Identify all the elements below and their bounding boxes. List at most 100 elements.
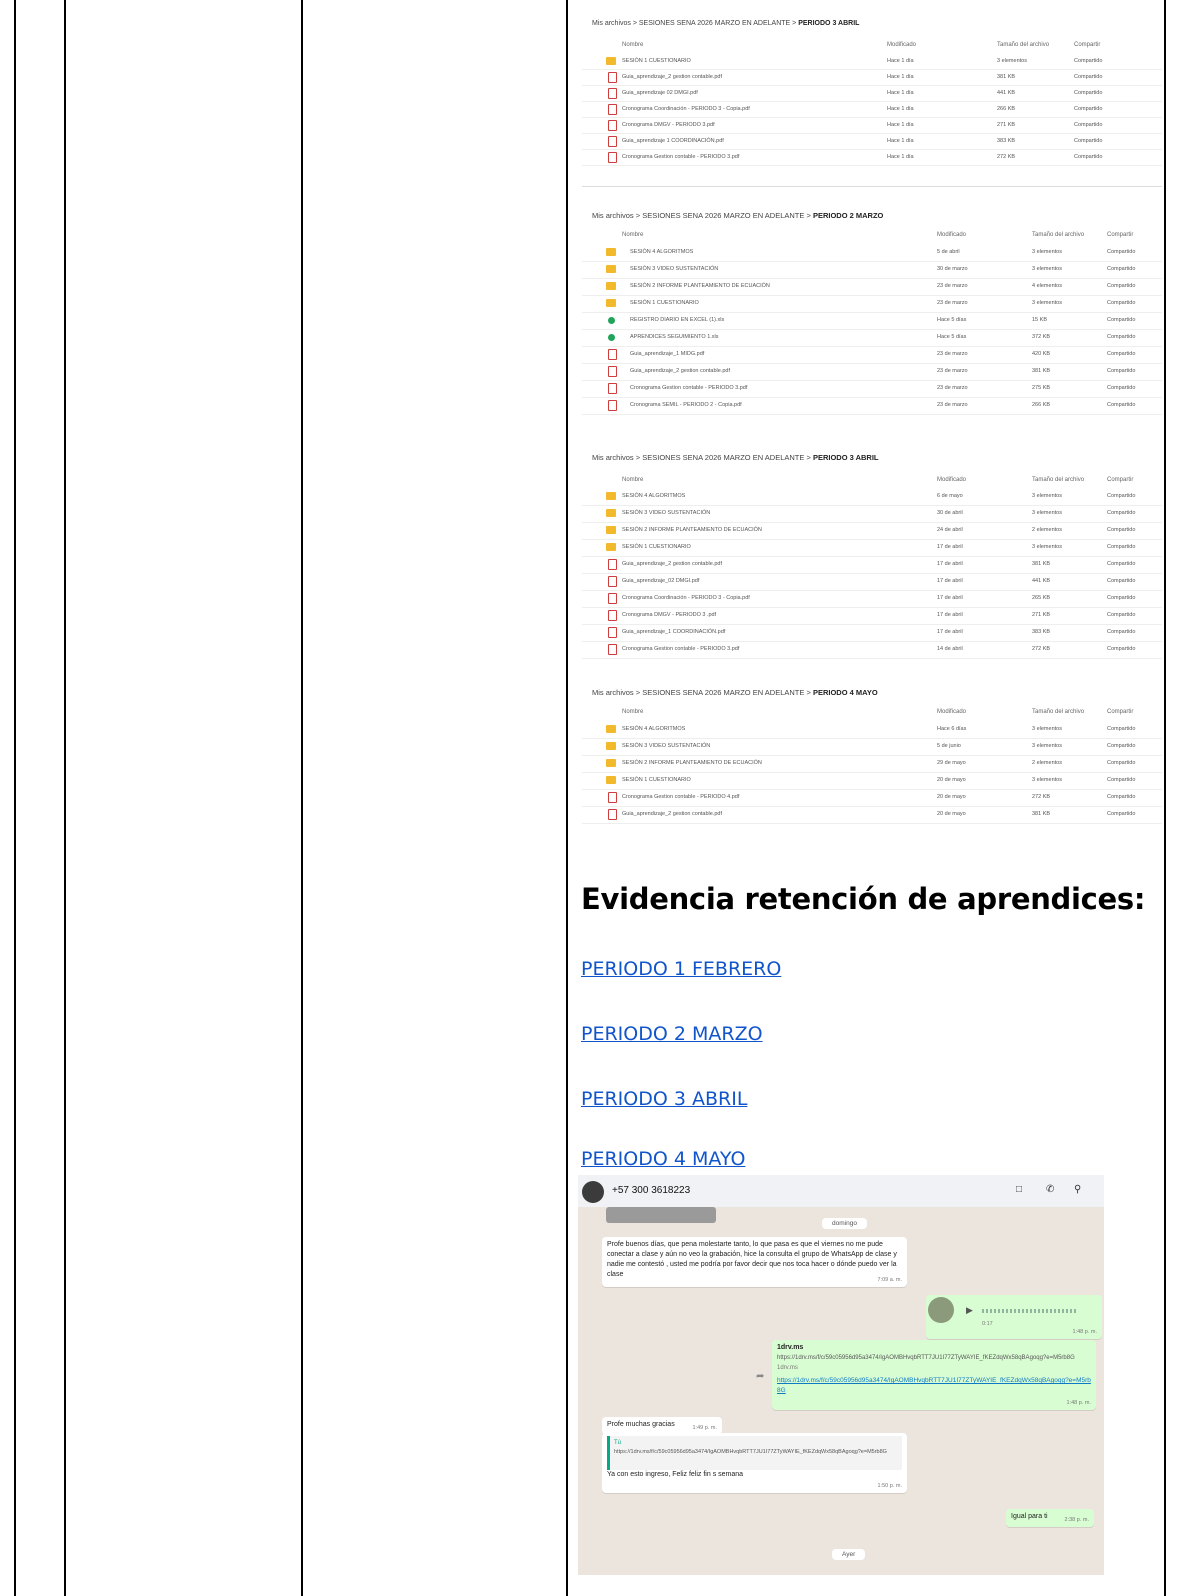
header-modified[interactable]: Modificado [937, 232, 966, 238]
file-name[interactable]: Guia_aprendizaje 02 DMGI.pdf [622, 90, 698, 96]
breadcrumb-folder[interactable]: SESIONES SENA 2026 MARZO EN ADELANTE [642, 688, 804, 697]
file-name[interactable]: APRENDICES SEGUIMIENTO 1.xls [630, 334, 719, 340]
file-row[interactable]: SESIÓN 3 VIDEO SUSTENTACIÓN 5 de junio 3 e… [582, 739, 1162, 756]
file-name[interactable]: SESIÓN 3 VIDEO SUSTENTACIÓN [622, 743, 710, 749]
file-row[interactable]: SESIÓN 4 ALGORITMOS 6 de mayo 3 elementos C… [582, 489, 1162, 506]
file-name[interactable]: Guia_aprendizaje_2 gestion contable.pdf [622, 74, 722, 80]
file-row[interactable]: SESIÓN 1 CUESTIONARIO 20 de mayo 3 element… [582, 773, 1162, 790]
header-share[interactable]: Compartir [1107, 232, 1133, 238]
file-name[interactable]: SESIÓN 2 INFORME PLANTEAMIENTO DE ECUACI… [630, 283, 770, 289]
file-name[interactable]: Guia_aprendizaje_1 COORDINACIÓN.pdf [622, 629, 725, 635]
file-row[interactable]: SESIÓN 4 ALGORITMOS 5 de abril 3 elementos… [582, 245, 1162, 262]
file-row[interactable]: SESIÓN 1 CUESTIONARIO 17 de abril 3 elemen… [582, 540, 1162, 557]
file-name[interactable]: Guia_aprendizaje_1 MIDG.pdf [630, 351, 704, 357]
link-url[interactable]: https://1drv.ms/f/c/59c05956d95a3474/IgA… [777, 1376, 1091, 1396]
file-name[interactable]: Cronograma Gestion contable - PERIODO 3.… [630, 385, 747, 391]
file-row[interactable]: Cronograma Gestion contable - PERIODO 4.… [582, 790, 1162, 807]
header-share[interactable]: Compartir [1074, 42, 1100, 48]
file-row[interactable]: SESIÓN 2 INFORME PLANTEAMIENTO DE ECUACI… [582, 523, 1162, 540]
breadcrumb-root[interactable]: Mis archivos [592, 453, 634, 462]
file-row[interactable]: SESIÓN 4 ALGORITMOS Hace 6 días 3 elemento… [582, 722, 1162, 739]
file-name[interactable]: SESIÓN 1 CUESTIONARIO [622, 544, 691, 550]
file-name[interactable]: SESIÓN 1 CUESTIONARIO [622, 777, 691, 783]
file-row[interactable]: Cronograma Coordinación - PERIODO 3 - Co… [582, 102, 1162, 118]
contact-name[interactable]: +57 300 3618223 [612, 1185, 690, 1196]
avatar[interactable] [582, 1181, 604, 1203]
header-modified[interactable]: Modificado [937, 477, 966, 483]
file-row[interactable]: Guia_aprendizaje_2 gestion contable.pdf 1… [582, 557, 1162, 574]
header-name[interactable]: Nombre [622, 709, 643, 715]
file-name[interactable]: SESIÓN 1 CUESTIONARIO [622, 58, 691, 64]
forward-icon[interactable]: ➦ [756, 1371, 764, 1382]
file-row[interactable]: SESIÓN 3 VIDEO SUSTENTACIÓN 30 de abril 3 … [582, 506, 1162, 523]
header-modified[interactable]: Modificado [887, 42, 916, 48]
file-name[interactable]: SESIÓN 4 ALGORITMOS [622, 493, 685, 499]
file-name[interactable]: SESIÓN 3 VIDEO SUSTENTACIÓN [630, 266, 718, 272]
breadcrumb-folder[interactable]: SESIONES SENA 2026 MARZO EN ADELANTE [642, 453, 804, 462]
header-share[interactable]: Compartir [1107, 709, 1133, 715]
file-name[interactable]: SESIÓN 3 VIDEO SUSTENTACIÓN [622, 510, 710, 516]
file-name[interactable]: Cronograma SEMIL - PERIODO 2 - Copia.pdf [630, 402, 742, 408]
breadcrumb-folder[interactable]: SESIONES SENA 2026 MARZO EN ADELANTE [642, 211, 804, 220]
file-name[interactable]: Cronograma Coordinación - PERIODO 3 - Co… [622, 106, 750, 112]
header-share[interactable]: Compartir [1107, 477, 1133, 483]
header-name[interactable]: Nombre [622, 477, 643, 483]
file-row[interactable]: APRENDICES SEGUIMIENTO 1.xls Hace 5 días 3… [582, 330, 1162, 347]
audio-waveform[interactable] [982, 1309, 1078, 1313]
file-name[interactable]: SESIÓN 4 ALGORITMOS [622, 726, 685, 732]
file-row[interactable]: Guia_aprendizaje_2 gestion contable.pdf 2… [582, 364, 1162, 381]
file-row[interactable]: Guia_aprendizaje 1 COORDINACIÓN.pdf Hace … [582, 134, 1162, 150]
breadcrumb-root[interactable]: Mis archivos [592, 211, 634, 220]
file-row[interactable]: Guia_aprendizaje 02 DMGI.pdf Hace 1 día 44… [582, 86, 1162, 102]
file-row[interactable]: SESIÓN 3 VIDEO SUSTENTACIÓN 30 de marzo 3 … [582, 262, 1162, 279]
file-name[interactable]: Guia_aprendizaje_2 gestion contable.pdf [622, 811, 722, 817]
file-name[interactable]: SESIÓN 2 INFORME PLANTEAMIENTO DE ECUACI… [622, 527, 762, 533]
file-name[interactable]: Guia_aprendizaje_2 gestion contable.pdf [630, 368, 730, 374]
file-row[interactable]: SESIÓN 1 CUESTIONARIO 23 de marzo 3 elemen… [582, 296, 1162, 313]
file-row[interactable]: Guia_aprendizaje_1 MIDG.pdf 23 de marzo 42… [582, 347, 1162, 364]
link-periodo-3[interactable]: PERIODO 3 ABRIL [581, 1088, 747, 1110]
header-size[interactable]: Tamaño del archivo [1032, 709, 1084, 715]
file-row[interactable]: Cronograma SEMIL - PERIODO 2 - Copia.pdf… [582, 398, 1162, 415]
file-row[interactable]: Cronograma Gestion contable - PERIODO 3.… [582, 642, 1162, 659]
header-size[interactable]: Tamaño del archivo [997, 42, 1049, 48]
link-periodo-1[interactable]: PERIODO 1 FEBRERO [581, 958, 781, 980]
header-size[interactable]: Tamaño del archivo [1032, 477, 1084, 483]
file-row[interactable]: Guia_aprendizaje_2 gestion contable.pdf H… [582, 70, 1162, 86]
breadcrumb-root[interactable]: Mis archivos [592, 20, 631, 27]
header-size[interactable]: Tamaño del archivo [1032, 232, 1084, 238]
file-row[interactable]: SESIÓN 1 CUESTIONARIO Hace 1 día 3 element… [582, 54, 1162, 70]
link-periodo-4[interactable]: PERIODO 4 MAYO [581, 1148, 745, 1170]
file-name[interactable]: Cronograma Gestion contable - PERIODO 3.… [622, 646, 739, 652]
phone-icon[interactable]: ✆ [1046, 1184, 1054, 1195]
file-name[interactable]: Cronograma Gestion contable - PERIODO 4.… [622, 794, 739, 800]
file-row[interactable]: Guia_aprendizaje_2 gestion contable.pdf 2… [582, 807, 1162, 824]
header-name[interactable]: Nombre [622, 42, 643, 48]
play-icon[interactable]: ▶ [966, 1305, 973, 1315]
header-modified[interactable]: Modificado [937, 709, 966, 715]
breadcrumb-root[interactable]: Mis archivos [592, 688, 634, 697]
file-name[interactable]: SESIÓN 4 ALGORITMOS [630, 249, 693, 255]
file-row[interactable]: SESIÓN 2 INFORME PLANTEAMIENTO DE ECUACI… [582, 756, 1162, 773]
file-name[interactable]: Cronograma Gestion contable - PERIODO 3.… [622, 154, 739, 160]
file-name[interactable]: SESIÓN 2 INFORME PLANTEAMIENTO DE ECUACI… [622, 760, 762, 766]
file-row[interactable]: Guia_aprendizaje_02 DMGI.pdf 17 de abril 4… [582, 574, 1162, 591]
search-icon[interactable]: ⚲ [1074, 1184, 1081, 1195]
header-name[interactable]: Nombre [622, 232, 643, 238]
file-row[interactable]: Cronograma DMGV - PERIODO 3.pdf Hace 1 dí… [582, 118, 1162, 134]
file-row[interactable]: REGISTRO DIARIO EN EXCEL (1).xls Hace 5 d… [582, 313, 1162, 330]
file-row[interactable]: Cronograma Gestion contable - PERIODO 3.… [582, 150, 1162, 166]
file-name[interactable]: Guia_aprendizaje 1 COORDINACIÓN.pdf [622, 138, 724, 144]
file-row[interactable]: Cronograma Coordinación - PERIODO 3 - Co… [582, 591, 1162, 608]
link-periodo-2[interactable]: PERIODO 2 MARZO [581, 1023, 763, 1045]
file-name[interactable]: Cronograma DMGV - PERIODO 3.pdf [622, 122, 715, 128]
file-row[interactable]: Guia_aprendizaje_1 COORDINACIÓN.pdf 17 de… [582, 625, 1162, 642]
file-name[interactable]: SESIÓN 1 CUESTIONARIO [630, 300, 699, 306]
file-row[interactable]: SESIÓN 2 INFORME PLANTEAMIENTO DE ECUACI… [582, 279, 1162, 296]
file-name[interactable]: REGISTRO DIARIO EN EXCEL (1).xls [630, 317, 724, 323]
video-call-icon[interactable]: □ [1016, 1184, 1022, 1195]
file-row[interactable]: Cronograma Gestion contable - PERIODO 3.… [582, 381, 1162, 398]
quoted-message[interactable]: Tú https://1drv.ms/f/c/59c05956d95a3474/… [607, 1436, 902, 1470]
file-name[interactable]: Cronograma Coordinación - PERIODO 3 - Co… [622, 595, 750, 601]
file-row[interactable]: Cronograma DMGV - PERIODO 3 .pdf 17 de ab… [582, 608, 1162, 625]
